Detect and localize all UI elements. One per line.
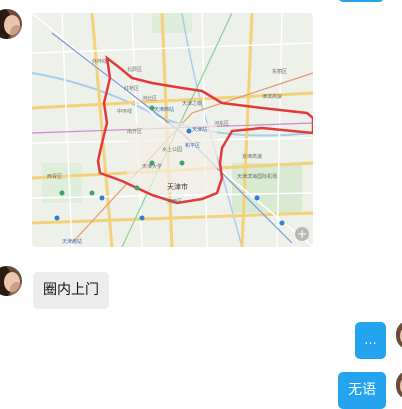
outgoing-message-bubble[interactable]: ...	[355, 322, 386, 359]
svg-text:天津大学: 天津大学	[142, 163, 162, 170]
svg-text:天津站: 天津站	[192, 126, 207, 133]
svg-text:天津市: 天津市	[167, 182, 188, 191]
map-image: 天津市 北辰区 河北区 河东区 东丽区 南开区 和平区 天津站 天津大学 天津西…	[32, 13, 313, 247]
map-image-message[interactable]: 天津市 北辰区 河北区 河东区 东丽区 南开区 和平区 天津站 天津大学 天津西…	[32, 13, 313, 247]
zoom-in-icon[interactable]: +	[295, 227, 309, 241]
outgoing-message-bubble[interactable]: 无语	[338, 372, 386, 409]
svg-text:中环线: 中环线	[117, 108, 132, 115]
svg-text:外环线: 外环线	[92, 58, 107, 65]
contact-avatar[interactable]	[0, 9, 22, 39]
incoming-message-bubble[interactable]: 圈内上门	[33, 272, 109, 309]
svg-text:天津西站: 天津西站	[154, 106, 174, 113]
my-avatar[interactable]	[396, 370, 402, 400]
svg-text:西青区: 西青区	[47, 173, 62, 180]
svg-text:津滨高速: 津滨高速	[262, 93, 282, 100]
svg-text:和平区: 和平区	[185, 142, 200, 149]
svg-text:南开区: 南开区	[127, 128, 142, 135]
svg-text:河西区: 河西区	[167, 198, 182, 205]
svg-text:天津滨海国际机场: 天津滨海国际机场	[237, 173, 277, 180]
svg-text:河东区: 河东区	[214, 120, 229, 127]
svg-text:天津之眼: 天津之眼	[182, 100, 202, 107]
contact-avatar[interactable]	[0, 266, 22, 296]
svg-text:天津南站: 天津南站	[62, 238, 82, 245]
previous-outgoing-bubble[interactable]	[338, 0, 384, 2]
svg-text:京津高速: 京津高速	[242, 153, 262, 160]
svg-text:河北区: 河北区	[142, 95, 157, 102]
svg-text:东丽区: 东丽区	[272, 68, 287, 75]
svg-text:红桥区: 红桥区	[124, 85, 139, 92]
my-avatar[interactable]	[396, 320, 402, 350]
svg-text:水上公园: 水上公园	[162, 146, 182, 153]
svg-text:北辰区: 北辰区	[127, 66, 142, 73]
